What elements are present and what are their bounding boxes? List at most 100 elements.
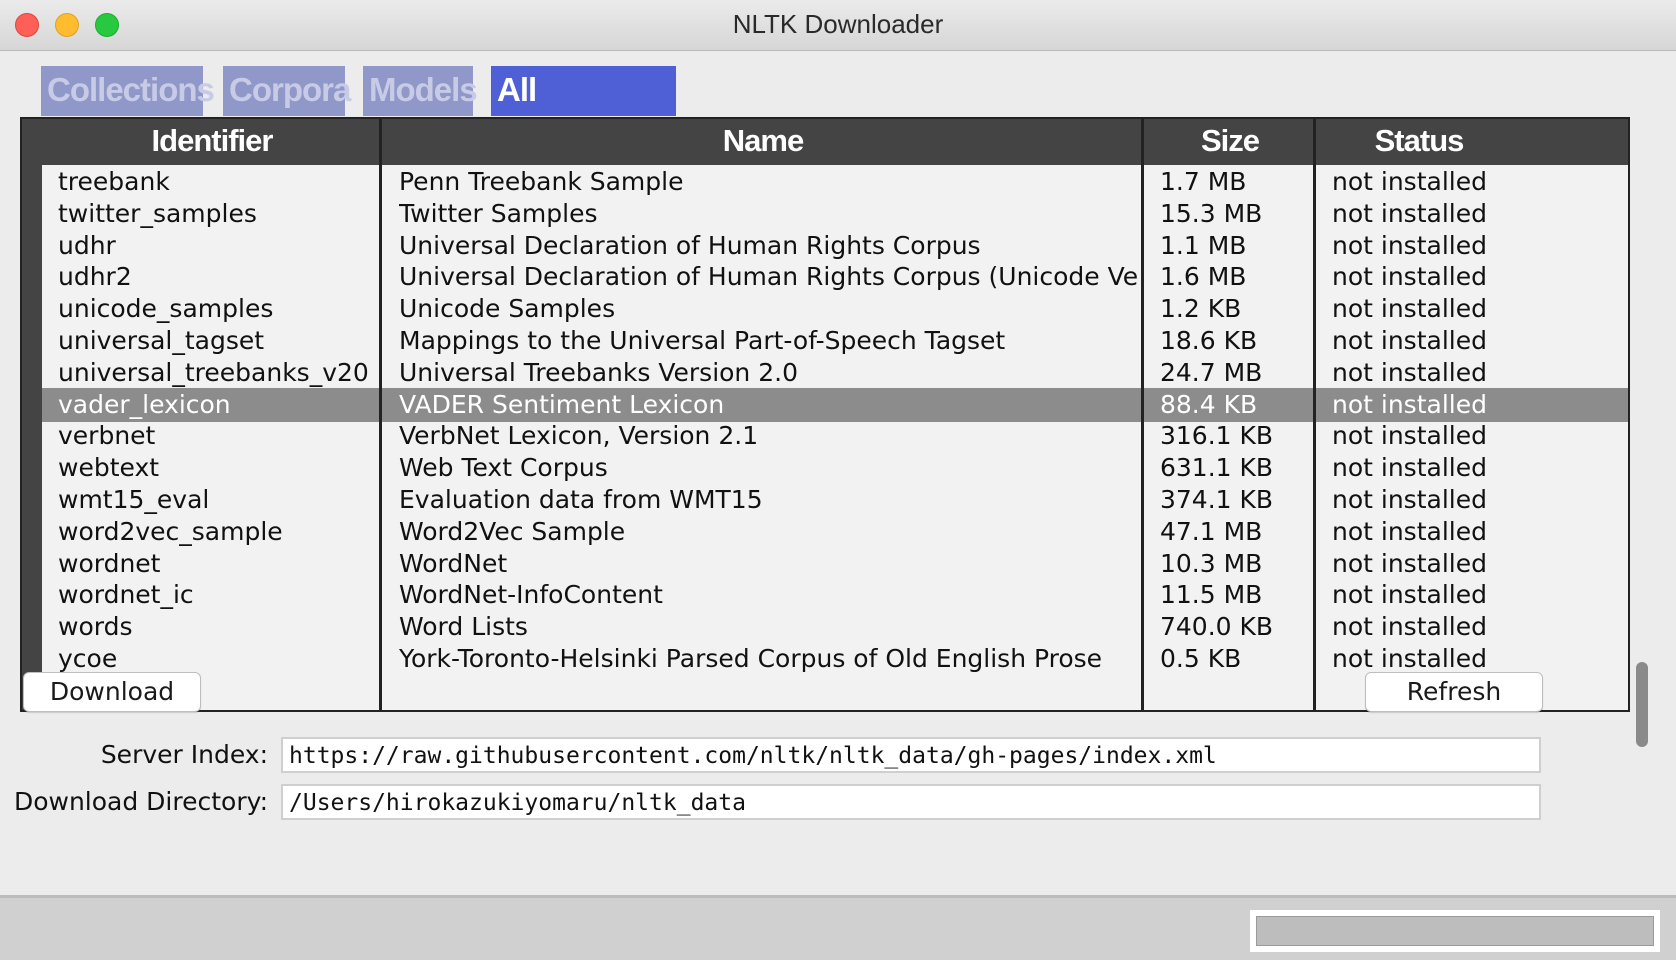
cell-status: not installed (1332, 262, 1487, 292)
table-row[interactable]: wordnet_ic WordNet-InfoContent 11.5 MB not … (42, 578, 1628, 612)
table-row[interactable]: unicode_samples Unicode Samples 1.2 KB not … (42, 292, 1628, 326)
table-row[interactable]: words Word Lists 740.0 KB not installed (42, 610, 1628, 644)
download-progress-bar (1250, 910, 1660, 952)
column-divider (1313, 119, 1316, 710)
cell-identifier: vader_lexicon (58, 389, 231, 419)
column-header-size[interactable]: Size (1144, 119, 1316, 165)
cell-name: Universal Declaration of Human Rights Co… (399, 262, 1139, 292)
table-scrollbar[interactable] (1633, 117, 1651, 747)
table-row[interactable]: vader_lexicon VADER Sentiment Lexicon 88.4… (42, 387, 1628, 422)
cell-size: 15.3 MB (1160, 198, 1263, 228)
refresh-button[interactable]: Refresh (1365, 672, 1543, 712)
cell-identifier: wordnet_ic (58, 580, 194, 610)
cell-status: not installed (1332, 421, 1487, 451)
cell-name: York-Toronto-Helsinki Parsed Corpus of O… (399, 644, 1103, 673)
cell-identifier: universal_tagset (58, 326, 265, 355)
tab-corpora[interactable]: Corpora (223, 66, 351, 116)
cell-name: WordNet (399, 548, 508, 578)
cell-status: not installed (1332, 516, 1487, 546)
cell-status: not installed (1332, 485, 1487, 514)
tab-all-packages[interactable]: All Packages (491, 66, 676, 156)
table-row[interactable]: ycoe York-Toronto-Helsinki Parsed Corpus … (42, 642, 1628, 676)
cell-size: 11.5 MB (1160, 580, 1263, 610)
cell-identifier: unicode_samples (58, 294, 274, 324)
cell-name: Penn Treebank Sample (399, 167, 684, 196)
table-row[interactable]: verbnet VerbNet Lexicon, Version 2.1 316.1… (42, 419, 1628, 453)
cell-size: 47.1 MB (1160, 516, 1263, 546)
cell-identifier: udhr2 (58, 262, 132, 292)
nltk-downloader-window: NLTK Downloader Collections Corpora Mode… (0, 0, 1676, 960)
column-divider (379, 119, 382, 710)
cell-size: 1.7 MB (1160, 167, 1247, 196)
cell-name: VerbNet Lexicon, Version 2.1 (399, 421, 759, 451)
cell-size: 316.1 KB (1160, 421, 1274, 451)
cell-status: not installed (1332, 198, 1487, 228)
table-row-gutter (22, 119, 42, 710)
column-header-identifier[interactable]: Identifier (42, 119, 382, 165)
server-index-label: Server Index: (100, 740, 268, 769)
cell-identifier: wmt15_eval (58, 485, 210, 514)
cell-name: Mappings to the Universal Part-of-Speech… (399, 326, 1006, 355)
cell-size: 0.5 KB (1160, 644, 1242, 673)
table-row[interactable]: universal_tagset Mappings to the Universa… (42, 324, 1628, 358)
table-row[interactable]: udhr2 Universal Declaration of Human Righ… (42, 260, 1628, 294)
window-title: NLTK Downloader (732, 9, 944, 39)
cell-status: not installed (1332, 453, 1487, 483)
column-header-status[interactable]: Status (1316, 119, 1522, 165)
column-divider (1141, 119, 1144, 710)
cell-size: 18.6 KB (1160, 326, 1258, 355)
table-header: Identifier Name Size Status (22, 119, 1628, 165)
cell-size: 631.1 KB (1160, 453, 1274, 483)
cell-identifier: universal_treebanks_v20 (58, 357, 369, 387)
cell-size: 1.6 MB (1160, 262, 1247, 292)
cell-status: not installed (1332, 167, 1487, 196)
cell-size: 10.3 MB (1160, 548, 1263, 578)
cell-name: Word Lists (399, 612, 528, 642)
table-row[interactable]: wordnet WordNet 10.3 MB not installed (42, 547, 1628, 581)
table-row[interactable]: wmt15_eval Evaluation data from WMT15 374.… (42, 483, 1628, 517)
cell-identifier: word2vec_sample (58, 516, 283, 546)
cell-status: not installed (1332, 230, 1487, 260)
cell-status: not installed (1332, 294, 1487, 324)
cell-identifier: verbnet (58, 421, 156, 451)
column-header-name[interactable]: Name (382, 119, 1144, 165)
main-content: Collections Corpora Models All Packages … (5, 51, 1671, 899)
status-bar (0, 895, 1676, 960)
table-row[interactable]: treebank Penn Treebank Sample 1.7 MB not in… (42, 165, 1628, 199)
progress-bar-track (1256, 916, 1654, 946)
cell-status: not installed (1332, 389, 1487, 419)
download-button[interactable]: Download (23, 672, 201, 712)
cell-size: 88.4 KB (1160, 389, 1258, 419)
title-bar: NLTK Downloader (0, 0, 1676, 51)
download-directory-field[interactable]: /Users/hirokazukiyomaru/nltk_data (281, 784, 1541, 820)
table-row[interactable]: webtext Web Text Corpus 631.1 KB not instal… (42, 451, 1628, 485)
cell-size: 740.0 KB (1160, 612, 1274, 642)
cell-identifier: treebank (58, 167, 170, 196)
tab-collections[interactable]: Collections (41, 66, 215, 116)
download-directory-label: Download Directory: (13, 787, 268, 816)
cell-identifier: udhr (58, 230, 116, 260)
cell-size: 24.7 MB (1160, 357, 1263, 387)
tab-models[interactable]: Models (363, 66, 478, 116)
cell-identifier: ycoe (58, 644, 118, 673)
cell-name: VADER Sentiment Lexicon (399, 389, 725, 419)
cell-size: 374.1 KB (1160, 485, 1274, 514)
cell-name: Unicode Samples (399, 294, 616, 324)
cell-name: Evaluation data from WMT15 (399, 485, 763, 514)
cell-identifier: webtext (58, 453, 160, 483)
cell-status: not installed (1332, 357, 1487, 387)
table-row[interactable]: udhr Universal Declaration of Human Right… (42, 229, 1628, 263)
table-row[interactable]: word2vec_sample Word2Vec Sample 47.1 MB not… (42, 515, 1628, 549)
cell-status: not installed (1332, 612, 1487, 642)
cell-name: Universal Treebanks Version 2.0 (399, 357, 798, 387)
cell-size: 1.1 MB (1160, 230, 1247, 260)
server-index-field[interactable]: https://raw.githubusercontent.com/nltk/n… (281, 737, 1541, 773)
cell-identifier: words (58, 612, 133, 642)
scrollbar-thumb[interactable] (1636, 662, 1648, 747)
table-row[interactable]: twitter_samples Twitter Samples 15.3 MB not… (42, 197, 1628, 231)
cell-status: not installed (1332, 548, 1487, 578)
table-row[interactable]: universal_treebanks_v20 Universal Treeban… (42, 356, 1628, 390)
cell-status: not installed (1332, 580, 1487, 610)
cell-name: Universal Declaration of Human Rights Co… (399, 230, 981, 260)
cell-status: not installed (1332, 326, 1487, 355)
